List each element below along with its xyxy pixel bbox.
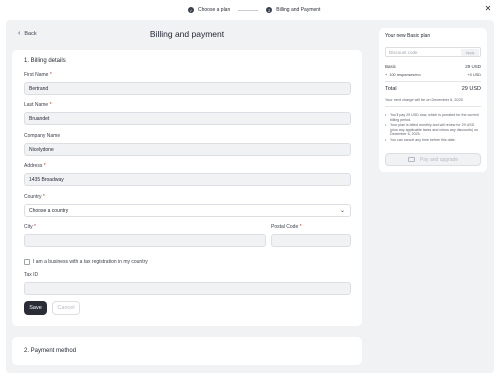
divider <box>385 81 481 82</box>
payment-section-title: 2. Payment method <box>24 348 77 354</box>
responses-price: +0 USD <box>467 73 481 77</box>
city-label: City * <box>24 224 36 230</box>
step-choose-plan[interactable]: Choose a plan <box>198 7 230 13</box>
pay-label: Pay and upgrade <box>419 156 459 163</box>
billing-info-list: You'll pay 29 USD now, which is prorated… <box>385 113 481 144</box>
close-icon[interactable]: ✕ <box>484 5 492 13</box>
address-input[interactable]: 1435 Broadway <box>24 173 351 186</box>
plan-summary-card: Your new Basic plan Discount code Apply … <box>379 28 487 172</box>
billing-details-card: 1. Billing details First Name * Bertrand… <box>12 50 362 326</box>
discount-code-input[interactable]: Discount code Apply <box>385 47 481 57</box>
postal-code-input[interactable] <box>271 234 351 247</box>
responses-row: + 100 responses/mo +0 USD <box>385 73 481 77</box>
country-label: Country * <box>24 194 45 200</box>
page-header: ‹ Back Billing and payment <box>12 27 362 43</box>
chevron-down-icon: ⌄ <box>339 208 345 214</box>
apply-button[interactable]: Apply <box>461 49 479 56</box>
last-name-label: Last Name * <box>24 102 52 108</box>
postal-code-label: Postal Code * <box>271 224 302 230</box>
business-checkbox[interactable] <box>24 259 30 265</box>
total-row: Total 29 USD <box>385 86 481 92</box>
discount-placeholder: Discount code <box>389 49 418 55</box>
responses-label: + 100 responses/mo <box>385 73 421 77</box>
country-select-value: Choose a country <box>29 207 69 214</box>
basic-row: Basic 29 USD <box>385 64 481 69</box>
stepper: ✓ Choose a plan 2 Billing and Payment <box>188 5 320 15</box>
list-item: You can cancel any time before this date… <box>385 138 481 143</box>
total-label: Total <box>385 86 397 92</box>
city-input[interactable] <box>24 234 266 247</box>
basic-price: 29 USD <box>465 64 481 69</box>
pay-and-upgrade-button[interactable]: Pay and upgrade <box>385 153 481 166</box>
country-select[interactable]: Choose a country ⌄ <box>24 204 351 217</box>
last-name-input[interactable]: Bruandet <box>24 112 351 125</box>
divider <box>385 106 481 107</box>
page-title: Billing and payment <box>149 29 225 39</box>
step-complete-icon: ✓ <box>188 7 194 13</box>
next-charge-note: Your next charge will be on December 6, … <box>385 98 463 102</box>
first-name-input[interactable]: Bertrand <box>24 82 351 95</box>
step-billing-payment: Billing and Payment <box>276 7 321 13</box>
basic-label: Basic <box>385 64 397 69</box>
tax-id-label: Tax ID <box>24 272 39 278</box>
credit-card-icon <box>407 157 415 162</box>
cancel-button[interactable]: Cancel <box>52 301 80 315</box>
business-checkbox-label: I am a business with a tax registration … <box>33 259 148 265</box>
list-item: Your plan is billed monthly and will ren… <box>385 123 481 137</box>
address-label: Address * <box>24 163 46 169</box>
company-name-label: Company Name <box>24 133 61 139</box>
save-button[interactable]: Save <box>24 301 47 315</box>
step-connector <box>238 9 259 11</box>
top-bar: ✓ Choose a plan 2 Billing and Payment ✕ <box>0 0 500 20</box>
first-name-label: First Name * <box>24 72 52 78</box>
total-price: 29 USD <box>461 86 481 92</box>
billing-section-title: 1. Billing details <box>24 58 66 64</box>
tax-id-input[interactable] <box>24 282 351 295</box>
company-name-input[interactable]: Nicelydone <box>24 143 351 156</box>
plan-title: Your new Basic plan <box>385 33 431 39</box>
payment-method-card[interactable]: 2. Payment method <box>12 337 362 365</box>
list-item: You'll pay 29 USD now, which is prorated… <box>385 113 481 122</box>
step-number-icon: 2 <box>266 7 273 13</box>
